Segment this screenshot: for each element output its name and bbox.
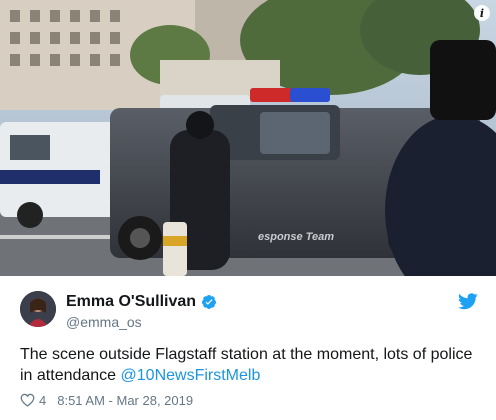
tweet-text: The scene outside Flagstaff station at t…	[20, 344, 480, 386]
verified-badge-icon	[202, 295, 217, 309]
tweet-media-photo[interactable]: esponse Team i	[0, 0, 496, 276]
twitter-bird-icon[interactable]	[458, 293, 478, 310]
display-name[interactable]: Emma O'Sullivan	[66, 293, 196, 311]
avatar[interactable]	[20, 291, 56, 327]
author-info: Emma O'Sullivan @emma_os	[66, 293, 217, 330]
info-icon[interactable]: i	[474, 5, 490, 21]
tweet-header: Emma O'Sullivan @emma_os	[20, 291, 480, 331]
timestamp[interactable]: 8:51 AM - Mar 28, 2019	[57, 393, 193, 408]
mention-link[interactable]: @10NewsFirstMelb	[121, 367, 261, 384]
avatar-image	[20, 291, 56, 327]
like-count: 4	[39, 392, 47, 408]
tweet-footer: 4 8:51 AM - Mar 28, 2019	[20, 391, 193, 409]
vehicle-decal-text: esponse Team	[258, 231, 334, 243]
tweet-card: esponse Team i Emma O'Sullivan @emma_os	[0, 0, 496, 420]
handle[interactable]: @emma_os	[66, 314, 217, 330]
heart-icon[interactable]	[20, 393, 35, 407]
police-scene-photo: esponse Team	[0, 0, 496, 276]
